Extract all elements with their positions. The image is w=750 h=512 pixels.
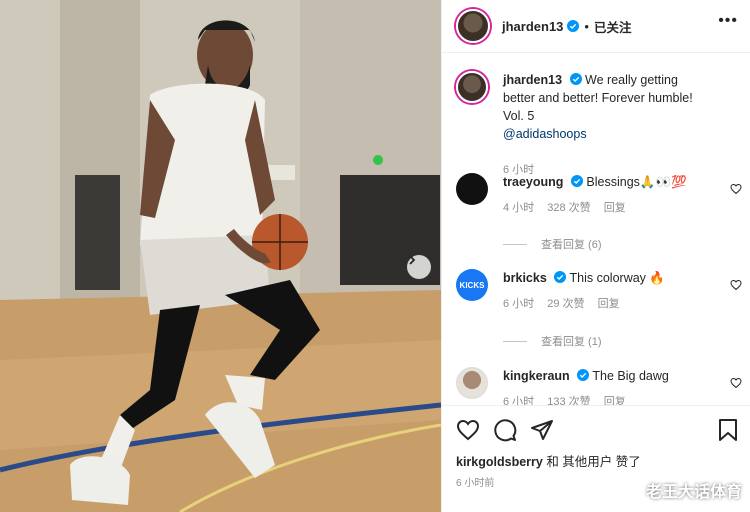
reply-button[interactable]: 回复	[598, 298, 620, 310]
comment-heart-icon[interactable]	[730, 377, 742, 389]
verified-icon	[577, 369, 590, 381]
comment-avatar[interactable]: KICKS	[456, 269, 488, 301]
post-sidebar: jharden13 • 已关注 ••• jharden13 We really …	[441, 0, 750, 512]
comment-row: traeyoung Blessings🙏👀💯 4 小时 328 次赞 回复	[456, 173, 736, 217]
next-photo-button[interactable]	[407, 255, 431, 279]
comment-username[interactable]: kingkeraun	[503, 369, 570, 383]
comment-avatar[interactable]	[456, 173, 488, 205]
comment-time: 6 小时	[503, 396, 535, 405]
post-header: jharden13 • 已关注 •••	[442, 0, 750, 53]
photo-illustration	[0, 0, 441, 512]
comment-heart-icon[interactable]	[730, 279, 742, 291]
share-icon[interactable]	[530, 418, 554, 442]
separator-dot: •	[584, 18, 589, 34]
caption-body: jharden13 We really getting better and b…	[503, 71, 708, 179]
comment-row: kingkeraun The Big dawg 6 小时 133 次赞 回复	[456, 367, 736, 405]
comment-heart-icon[interactable]	[730, 183, 742, 195]
caption-avatar[interactable]	[456, 71, 488, 103]
post-time: 6 小时前	[456, 478, 495, 489]
verified-icon	[569, 73, 582, 85]
comment-likes[interactable]: 328 次赞	[547, 202, 590, 214]
comment-avatar[interactable]	[456, 367, 488, 399]
view-replies-label[interactable]: 查看回复 (6)	[541, 236, 602, 252]
comment-text: The Big dawg	[592, 369, 669, 383]
view-replies[interactable]: 查看回复 (6)	[503, 236, 602, 252]
comment-body: traeyoung Blessings🙏👀💯 4 小时 328 次赞 回复	[503, 173, 708, 217]
author-username[interactable]: jharden13	[502, 19, 563, 34]
comment-likes[interactable]: 133 次赞	[547, 396, 590, 405]
watermark: 老王大话体育	[645, 484, 742, 501]
instagram-post: jharden13 • 已关注 ••• jharden13 We really …	[0, 0, 750, 512]
mention-link[interactable]: @adidashoops	[503, 127, 587, 141]
author-avatar[interactable]	[456, 9, 490, 43]
comment-meta: 6 小时 29 次赞 回复	[503, 295, 708, 313]
reply-button[interactable]: 回复	[604, 202, 626, 214]
comment-meta: 6 小时 133 次赞 回复	[503, 393, 708, 405]
more-options-icon[interactable]: •••	[718, 12, 738, 30]
comment-username[interactable]: brkicks	[503, 271, 547, 285]
comment-time: 6 小时	[503, 298, 535, 310]
heart-icon[interactable]	[456, 418, 480, 442]
bookmark-icon[interactable]	[716, 418, 740, 442]
comment-text: This colorway 🔥	[569, 271, 665, 285]
liker-username[interactable]: kirkgoldsberry	[456, 455, 543, 469]
comment-text: Blessings🙏👀💯	[586, 175, 687, 189]
post-photo[interactable]	[0, 0, 441, 512]
chevron-right-icon	[409, 255, 416, 265]
comment-username[interactable]: traeyoung	[503, 175, 563, 189]
post-footer: kirkgoldsberry 和 其他用户 赞了 6 小时前 老王大话体育	[442, 405, 750, 512]
caption-username[interactable]: jharden13	[503, 73, 562, 87]
caption-row: jharden13 We really getting better and b…	[456, 71, 736, 179]
comment-likes[interactable]: 29 次赞	[547, 298, 584, 310]
comment-body: kingkeraun The Big dawg 6 小时 133 次赞 回复	[503, 367, 708, 405]
action-bar	[456, 418, 554, 442]
replies-divider	[503, 340, 527, 342]
comment-time: 4 小时	[503, 202, 535, 214]
likes-summary: kirkgoldsberry 和 其他用户 赞了	[456, 451, 641, 470]
replies-divider	[503, 243, 527, 245]
verified-icon	[567, 20, 580, 32]
comment-row: KICKS brkicks This colorway 🔥 6 小时 29 次赞…	[456, 269, 736, 313]
view-replies[interactable]: 查看回复 (1)	[503, 333, 602, 349]
comment-icon[interactable]	[493, 418, 517, 442]
comment-meta: 4 小时 328 次赞 回复	[503, 199, 708, 217]
comment-body: brkicks This colorway 🔥 6 小时 29 次赞 回复	[503, 269, 708, 313]
verified-icon	[554, 271, 567, 283]
following-button[interactable]: 已关注	[594, 17, 632, 36]
likes-rest[interactable]: 和 其他用户 赞了	[543, 455, 640, 469]
comments-list[interactable]: jharden13 We really getting better and b…	[442, 53, 750, 405]
view-replies-label[interactable]: 查看回复 (1)	[541, 333, 602, 349]
reply-button[interactable]: 回复	[604, 396, 626, 405]
verified-icon	[570, 175, 583, 187]
